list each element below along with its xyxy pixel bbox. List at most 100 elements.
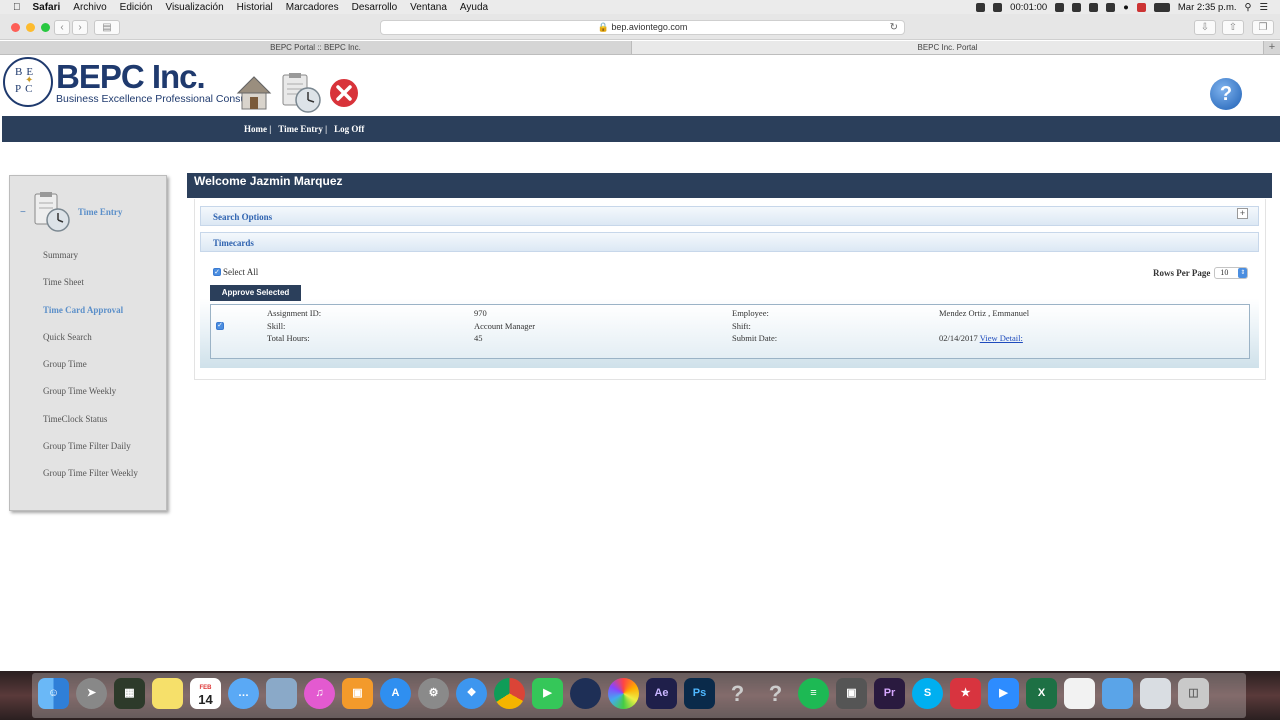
messages-icon[interactable]: … bbox=[228, 678, 259, 709]
timer-text[interactable]: 00:01:00 bbox=[1010, 2, 1047, 13]
battery-icon[interactable] bbox=[1153, 2, 1170, 12]
close-x-icon[interactable] bbox=[327, 76, 361, 110]
dropbox-icon[interactable] bbox=[1055, 2, 1065, 12]
nav-log-off-link[interactable]: Log Off bbox=[334, 124, 364, 134]
new-tab-icon[interactable]: + bbox=[1264, 41, 1280, 54]
sidebar-item-group-time-filter-daily[interactable]: Group Time Filter Daily bbox=[43, 441, 138, 468]
expand-plus-icon[interactable]: + bbox=[1237, 208, 1248, 219]
record-checkbox[interactable]: ✓ bbox=[216, 322, 224, 330]
menu-historial[interactable]: Historial bbox=[237, 2, 273, 13]
nav-home-link[interactable]: Home | bbox=[244, 124, 271, 134]
window-minimize-icon[interactable] bbox=[26, 23, 35, 32]
menu-bar:  Safari Archivo Edición Visualización H… bbox=[0, 0, 1280, 14]
clock-text[interactable]: Mar 2:35 p.m. bbox=[1178, 2, 1237, 13]
select-all-control[interactable]: ✓ Select All bbox=[213, 267, 258, 277]
excel-icon[interactable]: X bbox=[1026, 678, 1057, 709]
menu-ayuda[interactable]: Ayuda bbox=[460, 2, 488, 13]
browser-toolbar: ‹ › ▤ 🔒 bep.aviontego.com ↻ ⇩ ⇧ ❐ bbox=[0, 14, 1280, 40]
help-icon[interactable]: ? bbox=[1210, 78, 1242, 110]
rows-per-page-select[interactable]: 10 ⇕ bbox=[1214, 267, 1249, 279]
sidebar-item-time-sheet[interactable]: Time Sheet bbox=[43, 277, 138, 304]
menu-visualizacion[interactable]: Visualización bbox=[165, 2, 223, 13]
system-preferences-icon[interactable]: ⚙ bbox=[418, 678, 449, 709]
sidebar-item-timeclock-status[interactable]: TimeClock Status bbox=[43, 414, 138, 441]
question-app-icon-2[interactable]: ? bbox=[760, 678, 791, 709]
downloads-button[interactable]: ⇩ bbox=[1194, 20, 1216, 35]
assignment-label: Assignment ID: bbox=[267, 308, 322, 318]
document-icon[interactable] bbox=[1064, 678, 1095, 709]
tab-bepc-inc-portal[interactable]: BEPC Inc. Portal bbox=[632, 41, 1264, 54]
notes-icon[interactable] bbox=[152, 678, 183, 709]
preview-icon[interactable] bbox=[1140, 678, 1171, 709]
calendar-icon[interactable]: FEB 14 bbox=[190, 678, 221, 709]
sidebar-toggle-button[interactable]: ▤ bbox=[94, 20, 120, 35]
finder-icon[interactable]: ☺ bbox=[38, 678, 69, 709]
photos-icon[interactable] bbox=[608, 678, 639, 709]
home-icon[interactable] bbox=[236, 73, 272, 113]
spotify-icon[interactable]: ≡ bbox=[798, 678, 829, 709]
folder-icon[interactable] bbox=[1102, 678, 1133, 709]
flag-icon[interactable] bbox=[1136, 2, 1146, 12]
view-detail-link[interactable]: View Detail: bbox=[980, 333, 1023, 343]
cloud-icon[interactable] bbox=[993, 2, 1003, 12]
menu-marcadores[interactable]: Marcadores bbox=[286, 2, 339, 13]
timecard-clock-icon[interactable] bbox=[280, 72, 322, 114]
menu-app-safari[interactable]: Safari bbox=[33, 2, 61, 13]
after-effects-icon[interactable]: Ae bbox=[646, 678, 677, 709]
sidebar-item-time-card-approval[interactable]: Time Card Approval bbox=[43, 305, 138, 332]
approve-selected-button[interactable]: Approve Selected bbox=[210, 285, 301, 301]
itunes-icon[interactable]: ♫ bbox=[304, 678, 335, 709]
photoshop-icon[interactable]: Ps bbox=[684, 678, 715, 709]
spotlight-icon[interactable]: ⚲ bbox=[1245, 2, 1252, 13]
cinema4d-icon[interactable] bbox=[570, 678, 601, 709]
question-app-icon-1[interactable]: ? bbox=[722, 678, 753, 709]
mission-control-icon[interactable]: ▦ bbox=[114, 678, 145, 709]
menu-desarrollo[interactable]: Desarrollo bbox=[352, 2, 398, 13]
app-store-icon[interactable]: A bbox=[380, 678, 411, 709]
chrome-icon[interactable] bbox=[494, 678, 525, 709]
wifi-icon[interactable]: ● bbox=[1123, 2, 1129, 13]
safari-icon[interactable]: ❖ bbox=[456, 678, 487, 709]
trash-icon[interactable]: ◫ bbox=[1178, 678, 1209, 709]
notification-center-icon[interactable]: ☰ bbox=[1259, 2, 1268, 13]
timecards-header[interactable]: Timecards bbox=[200, 232, 1259, 252]
photo-app-icon[interactable] bbox=[266, 678, 297, 709]
tabs-overview-button[interactable]: ❐ bbox=[1252, 20, 1274, 35]
sidebar-item-group-time[interactable]: Group Time bbox=[43, 359, 138, 386]
select-all-checkbox[interactable]: ✓ bbox=[213, 268, 221, 276]
share-button[interactable]: ⇧ bbox=[1222, 20, 1244, 35]
window-zoom-icon[interactable] bbox=[41, 23, 50, 32]
menu-edicion[interactable]: Edición bbox=[120, 2, 153, 13]
sidebar-item-group-time-filter-weekly[interactable]: Group Time Filter Weekly bbox=[43, 468, 138, 495]
camera-icon[interactable] bbox=[1089, 2, 1099, 12]
collapse-minus-icon[interactable]: − bbox=[20, 207, 26, 218]
vpn-icon[interactable] bbox=[1072, 2, 1082, 12]
launchpad-icon[interactable]: ➤ bbox=[76, 678, 107, 709]
calendar-day: 14 bbox=[198, 692, 213, 707]
search-options-header[interactable]: Search Options + bbox=[200, 206, 1259, 226]
lock-icon: 🔒 bbox=[597, 22, 609, 32]
sidebar-item-group-time-weekly[interactable]: Group Time Weekly bbox=[43, 386, 138, 413]
window-close-icon[interactable] bbox=[11, 23, 20, 32]
reload-icon[interactable]: ↻ bbox=[890, 21, 898, 34]
menu-ventana[interactable]: Ventana bbox=[410, 2, 447, 13]
tab-bepc-portal[interactable]: BEPC Portal :: BEPC Inc. bbox=[0, 41, 632, 54]
facetime-icon[interactable]: ▶ bbox=[532, 678, 563, 709]
forward-button[interactable]: › bbox=[72, 20, 88, 35]
sidebar-section-time-entry[interactable]: − Time Entry bbox=[20, 191, 122, 233]
apple-icon[interactable]:  bbox=[13, 2, 21, 13]
skype-icon[interactable]: S bbox=[912, 678, 943, 709]
zoom-icon[interactable]: ▶ bbox=[988, 678, 1019, 709]
address-bar[interactable]: 🔒 bep.aviontego.com ↻ bbox=[380, 20, 905, 35]
premiere-icon[interactable]: Pr bbox=[874, 678, 905, 709]
status-tray-icon[interactable] bbox=[976, 2, 986, 12]
nav-time-entry-link[interactable]: Time Entry | bbox=[278, 124, 327, 134]
menu-archivo[interactable]: Archivo bbox=[73, 2, 106, 13]
wunderlist-icon[interactable]: ★ bbox=[950, 678, 981, 709]
sidebar-item-summary[interactable]: Summary bbox=[43, 250, 138, 277]
sidebar-item-quick-search[interactable]: Quick Search bbox=[43, 332, 138, 359]
back-button[interactable]: ‹ bbox=[54, 20, 70, 35]
ibooks-icon[interactable]: ▣ bbox=[342, 678, 373, 709]
screenshot-app-icon[interactable]: ▣ bbox=[836, 678, 867, 709]
bluetooth-icon[interactable] bbox=[1106, 2, 1116, 12]
